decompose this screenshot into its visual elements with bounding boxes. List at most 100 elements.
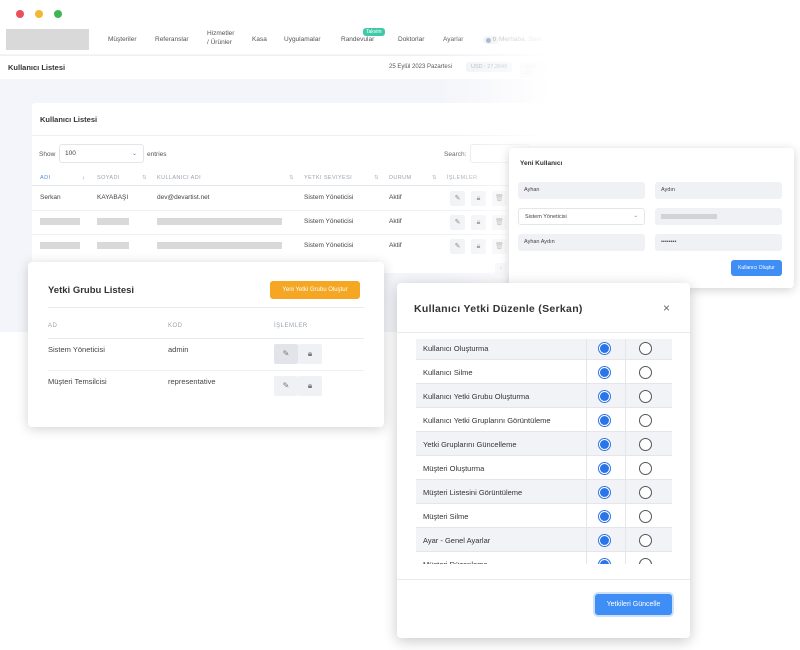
deny-radio[interactable] [639,414,652,427]
deny-radio[interactable] [639,390,652,403]
create-user-button[interactable]: Kullanıcı Oluştur [731,260,782,276]
nav-item-referanslar[interactable]: Referanslar [155,36,189,44]
show-label: Show [39,151,56,158]
entries-label: entries [147,151,167,158]
column-header-level[interactable]: YETKI SEVIYESI [304,175,352,181]
cell-group-name: Müşteri Temsilcisi [48,377,107,386]
allow-radio[interactable] [598,486,611,499]
lock-icon[interactable]: 🔒︎ [471,239,486,254]
display-name-field[interactable]: Ayhan Aydın [518,234,645,251]
screenshot-stage: Müşteriler Referanslar Hizmetler / Ürünl… [0,0,800,650]
nav-item-urunler[interactable]: / Ürünler [207,39,232,47]
column-divider [625,408,626,432]
permission-row: Müşteri Oluşturma [416,456,672,480]
nav-item-hizmetler[interactable]: Hizmetler [207,30,234,38]
column-header-name[interactable]: ADI [40,175,50,181]
calendar-badge[interactable]: Takvim [363,28,385,36]
lock-icon[interactable]: 🔒︎ [298,344,322,364]
chevron-down-icon: ⌄ [131,151,137,157]
edit-permissions-modal: Kullanıcı Yetki Düzenle (Serkan) × Kulla… [397,283,690,638]
close-window-dot[interactable] [16,10,24,18]
trash-icon[interactable]: 🗑︎ [492,191,507,206]
edit-icon[interactable]: ✎ [274,344,298,364]
sort-icon[interactable]: ⇅ [374,175,379,181]
column-header-actions: İŞLEMLER [447,175,478,181]
pagination-prev-icon[interactable]: ‹ [495,263,507,275]
nav-item-ayarlar[interactable]: Ayarlar [443,36,463,44]
permission-row: Ayar - Genel Ayarlar [416,528,672,552]
password-value: •••••••• [661,239,677,245]
allow-radio[interactable] [598,462,611,475]
first-name-field[interactable]: Ayhan [518,182,645,199]
deny-radio[interactable] [639,510,652,523]
column-divider [586,552,587,564]
deny-radio[interactable] [639,342,652,355]
allow-radio[interactable] [598,342,611,355]
allow-radio[interactable] [598,366,611,379]
allow-radio[interactable] [598,534,611,547]
close-icon[interactable]: × [663,301,670,315]
redacted-email [661,214,717,219]
window-titlebar [0,0,548,26]
sort-asc-icon[interactable]: ↓ [82,175,85,181]
row-divider [48,370,364,371]
edit-icon[interactable]: ✎ [450,239,465,254]
nav-item-uygulamalar[interactable]: Uygulamalar [284,36,321,44]
permission-row: Müşteri Listesini Görüntüleme [416,480,672,504]
password-field[interactable]: •••••••• [655,234,782,251]
nav-item-doktorlar[interactable]: Doktorlar [398,36,424,44]
deny-radio[interactable] [639,462,652,475]
minimize-window-dot[interactable] [35,10,43,18]
maximize-window-dot[interactable] [54,10,62,18]
header-divider [48,338,364,339]
column-header-username[interactable]: KULLANICI ADI [157,175,201,181]
permission-list[interactable]: Kullanıcı Oluşturma Kullanıcı Silme Kullan… [416,339,672,564]
lock-icon[interactable]: 🔒︎ [298,376,322,396]
nav-item-randevular[interactable]: Randevular [341,36,374,44]
column-divider [586,408,587,432]
permission-label: Ayar - Genel Ayarlar [423,536,491,545]
allow-radio[interactable] [598,558,611,564]
deny-radio[interactable] [639,438,652,451]
user-greeting[interactable]: Merhaba, Serk [499,36,542,44]
allow-radio[interactable] [598,414,611,427]
allow-radio[interactable] [598,390,611,403]
email-field[interactable] [655,208,782,225]
edit-icon[interactable]: ✎ [450,215,465,230]
deny-radio[interactable] [639,558,652,564]
column-divider [586,384,587,408]
update-permissions-button[interactable]: Yetkileri Güncelle [595,594,672,615]
deny-radio[interactable] [639,366,652,379]
last-name-field[interactable]: Aydın [655,182,782,199]
cell-name: Serkan [40,194,61,201]
column-divider [586,360,587,384]
last-name-value: Aydın [661,187,675,193]
sort-icon[interactable]: ⇅ [289,175,294,181]
edit-icon[interactable]: ✎ [274,376,298,396]
trash-icon[interactable]: 🗑︎ [492,215,507,230]
column-header-status[interactable]: DURUM [389,175,411,181]
trash-icon[interactable]: 🗑︎ [492,239,507,254]
allow-radio[interactable] [598,438,611,451]
permission-label: Müşteri Düzenleme [423,560,488,564]
nav-item-musteriler[interactable]: Müşteriler [108,36,137,44]
deny-radio[interactable] [639,534,652,547]
cell-group-name: Sistem Yöneticisi [48,345,105,354]
display-name-value: Ayhan Aydın [524,239,555,245]
sort-icon[interactable]: ⇅ [432,175,437,181]
page-size-select[interactable]: 100 ⌄ [59,144,144,163]
deny-radio[interactable] [639,486,652,499]
edit-icon[interactable]: ✎ [450,191,465,206]
column-header-surname[interactable]: SOYADI [97,175,120,181]
nav-item-kasa[interactable]: Kasa [252,36,267,44]
role-select[interactable]: Sistem Yöneticisi ⌄ [518,208,645,225]
column-divider [625,432,626,456]
lock-icon[interactable]: 🔒︎ [471,191,486,206]
redacted-username [157,218,282,225]
column-header-name: AD [48,323,58,329]
lock-icon[interactable]: 🔒︎ [471,215,486,230]
create-group-button[interactable]: Yeni Yetki Grubu Oluştur [270,281,360,299]
sort-icon[interactable]: ⇅ [142,175,147,181]
allow-radio[interactable] [598,510,611,523]
notification-badge[interactable]: 0 [483,36,499,44]
